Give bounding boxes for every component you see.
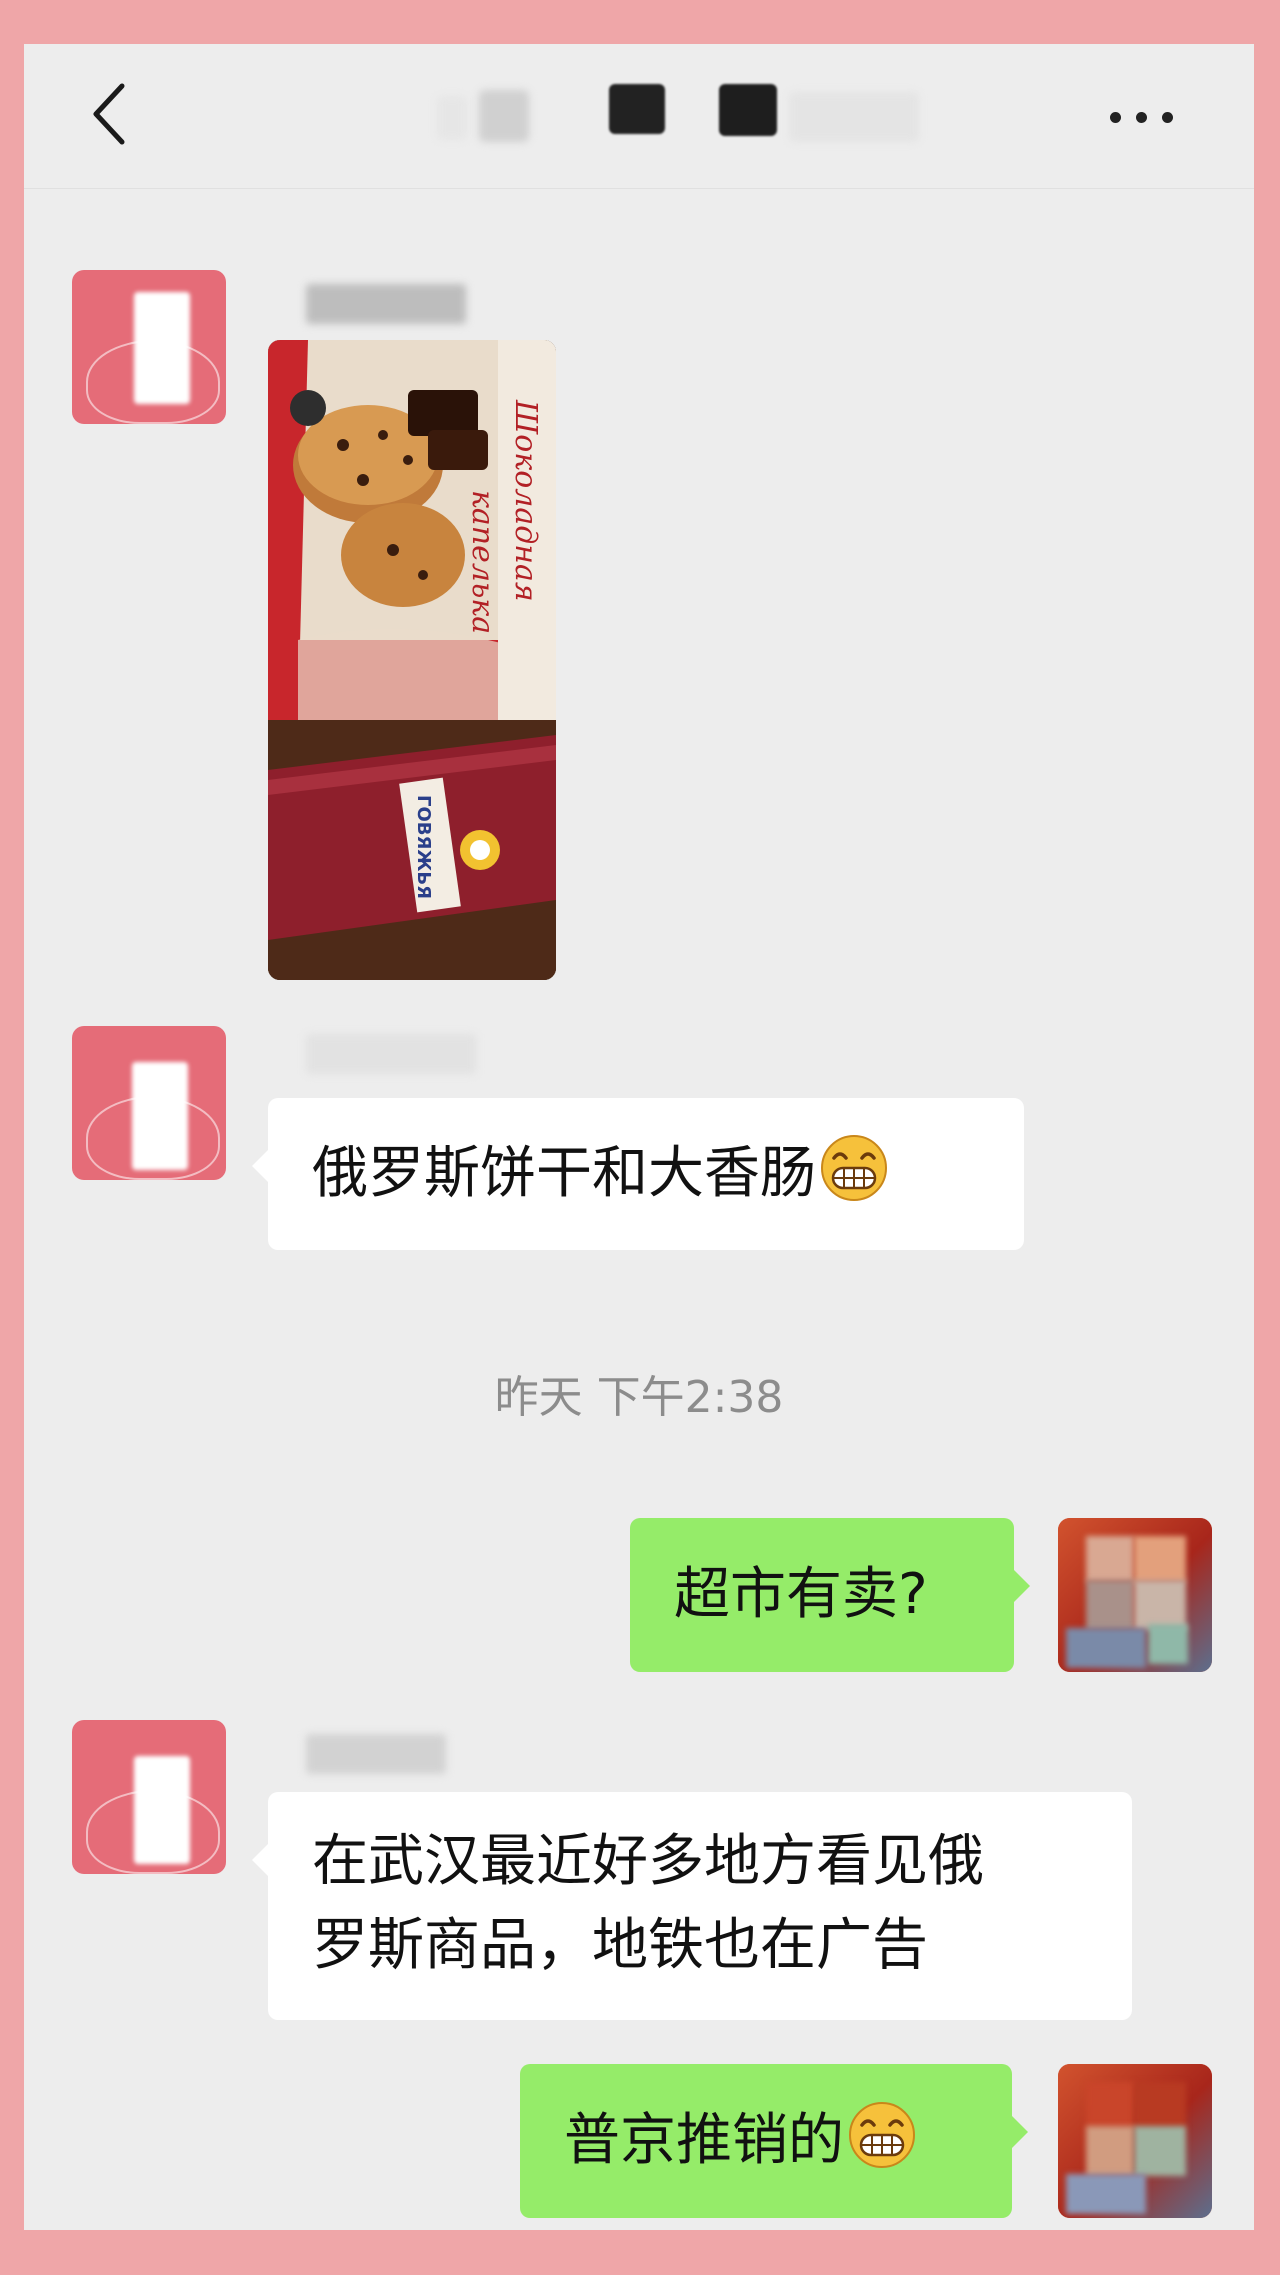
message-text: 超市有卖? [674, 1562, 928, 1627]
chat-header [24, 44, 1254, 189]
sender-name-redacted [306, 284, 466, 324]
cookies-sausage-photo: Шоколадная капелька ГОВЯЖЬЯ [268, 340, 556, 980]
message-bubble-incoming[interactable]: 在武汉最近好多地方看见俄 罗斯商品，地铁也在广告 [252, 1792, 1132, 2020]
contact-avatar[interactable] [72, 1026, 226, 1180]
contact-avatar[interactable] [72, 1720, 226, 1874]
svg-text:капелька: капелька [465, 490, 500, 634]
my-avatar[interactable] [1058, 1518, 1212, 1672]
more-dot-icon [1136, 112, 1147, 123]
more-options-button[interactable] [1104, 88, 1194, 148]
my-avatar[interactable] [1058, 2064, 1212, 2218]
message-text: 俄罗斯饼干和大香肠 [312, 1141, 816, 1206]
more-dot-icon [1110, 112, 1121, 123]
message-timestamp: 昨天 下午2:38 [494, 1372, 784, 1423]
sender-name-redacted [306, 1734, 446, 1774]
message-text-line: 在武汉最近好多地方看见俄 [312, 1829, 984, 1894]
sender-name-redacted [306, 1034, 476, 1074]
svg-text:Шоколадная: Шоколадная [508, 399, 543, 602]
message-text-line: 罗斯商品，地铁也在广告 [312, 1913, 928, 1978]
image-message[interactable]: Шоколадная капелька ГОВЯЖЬЯ [268, 340, 556, 980]
grinning-face-icon [821, 1135, 887, 1201]
message-bubble-outgoing[interactable]: 超市有卖? [630, 1518, 1030, 1672]
grinning-face-icon [849, 2102, 915, 2168]
more-dot-icon [1162, 112, 1173, 123]
message-text: 普京推销的 [564, 2108, 844, 2173]
chat-title [24, 44, 25, 45]
chat-screen: Шоколадная капелька ГОВЯЖЬЯ 俄罗斯饼干和大香肠 昨天… [24, 44, 1254, 2230]
contact-avatar[interactable] [72, 270, 226, 424]
chevron-left-icon [93, 83, 125, 145]
message-bubble-incoming[interactable]: 俄罗斯饼干和大香肠 [252, 1098, 1024, 1250]
chat-title-redacted [429, 62, 949, 162]
message-bubble-outgoing[interactable]: 普京推销的 [520, 2064, 1028, 2218]
back-button[interactable] [82, 74, 142, 154]
photo-label-text: ГОВЯЖЬЯ [413, 795, 434, 899]
